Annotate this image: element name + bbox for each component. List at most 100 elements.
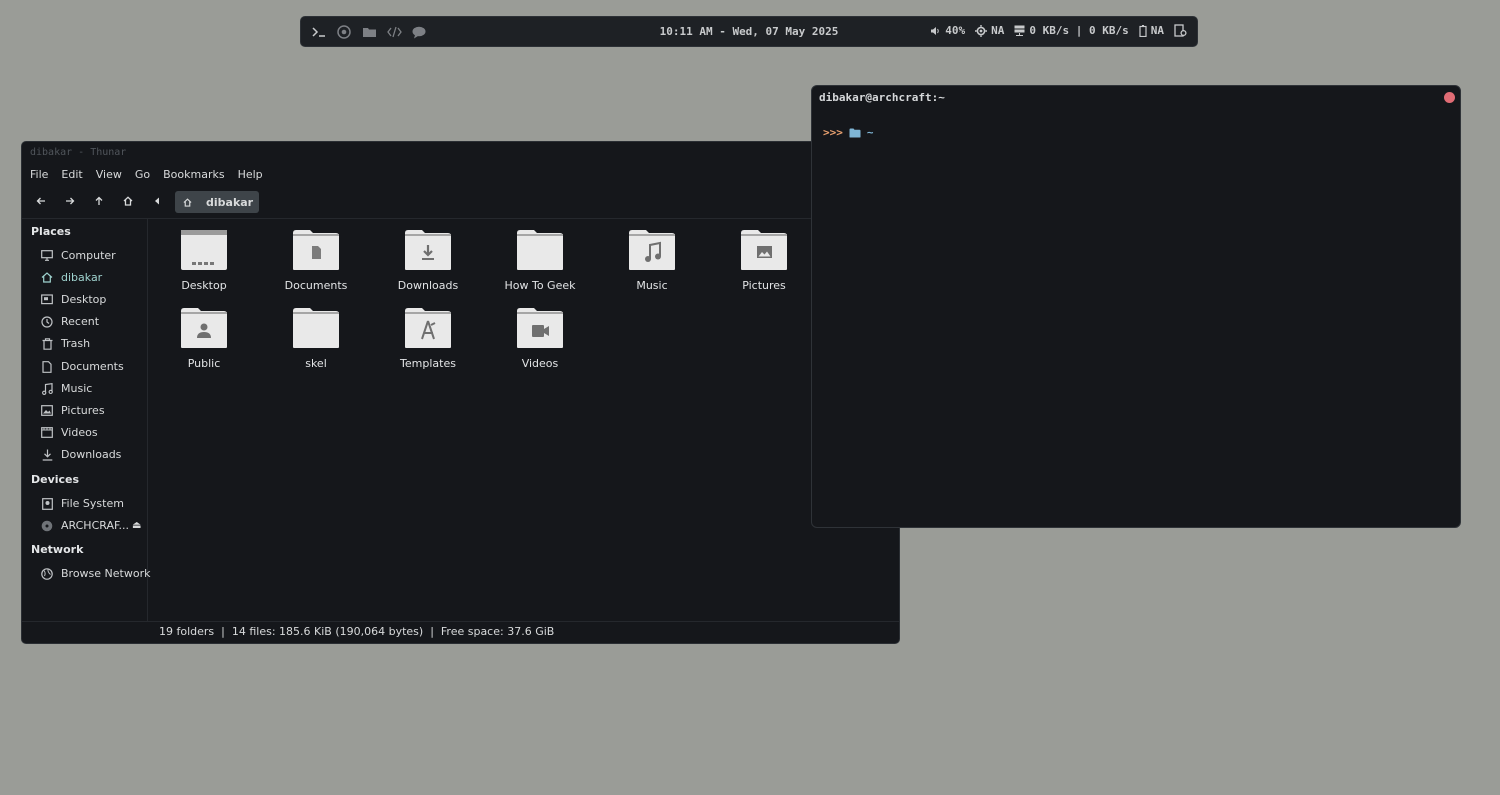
power-settings-icon — [1174, 24, 1187, 37]
terminal-title: dibakar@archcraft:~ — [819, 91, 945, 104]
trash-icon — [41, 337, 53, 350]
breadcrumb-label: dibakar — [206, 195, 254, 209]
folder-label: Music — [636, 279, 668, 292]
menu-help[interactable]: Help — [238, 168, 263, 181]
breadcrumb-home[interactable]: dibakar — [175, 191, 259, 213]
sidebar: Places Computer dibakar Desktop Recent T… — [22, 219, 150, 621]
folder-templates[interactable]: Templates — [378, 307, 478, 370]
sidebar-heading-devices: Devices — [31, 473, 80, 486]
eject-icon[interactable]: ⏏ — [132, 520, 141, 531]
sidebar-item-documents[interactable]: Documents — [41, 360, 124, 373]
folder-label: Videos — [521, 357, 559, 370]
sidebar-item-pictures[interactable]: Pictures — [41, 404, 105, 417]
toolbar: dibakar — [30, 191, 890, 213]
close-button[interactable] — [1444, 92, 1455, 103]
menu-bar: File Edit View Go Bookmarks Help — [30, 168, 263, 181]
sidebar-item-archcraft-disc[interactable]: ARCHCRAF... — [41, 519, 129, 532]
sidebar-item-recent[interactable]: Recent — [41, 315, 99, 328]
menu-view[interactable]: View — [96, 168, 122, 181]
folder-skel[interactable]: skel — [266, 307, 366, 370]
folder-documents[interactable]: Documents — [266, 229, 366, 292]
home-icon — [41, 272, 53, 284]
chevron-left-icon — [155, 197, 159, 205]
battery-module[interactable]: NA — [1139, 24, 1164, 37]
forward-button[interactable] — [60, 191, 80, 211]
drive-icon — [41, 497, 53, 510]
arrow-left-icon — [36, 197, 45, 205]
pictures-folder-icon — [741, 230, 787, 270]
monitor-icon — [41, 250, 53, 262]
folder-icon — [517, 230, 563, 270]
network-icon — [1014, 25, 1025, 36]
menu-file[interactable]: File — [30, 168, 48, 181]
menu-go[interactable]: Go — [135, 168, 150, 181]
window-title: dibakar - Thunar — [30, 147, 127, 158]
sidebar-item-label: Computer — [61, 249, 116, 262]
power-menu-module[interactable] — [1174, 24, 1187, 37]
optical-disc-icon — [41, 520, 53, 532]
folder-videos[interactable]: Videos — [490, 307, 590, 370]
downloads-folder-icon — [405, 230, 451, 270]
folder-desktop[interactable]: Desktop — [154, 229, 254, 292]
documents-folder-icon — [293, 230, 339, 270]
desktop-icon — [41, 294, 53, 306]
network-module[interactable]: 0 KB/s | 0 KB/s — [1014, 24, 1129, 37]
sidebar-item-music[interactable]: Music — [41, 382, 92, 395]
folder-how-to-geek[interactable]: How To Geek — [490, 229, 590, 292]
network-speed: 0 KB/s | 0 KB/s — [1029, 24, 1129, 37]
sidebar-item-label: Music — [61, 382, 93, 395]
sidebar-item-file-system[interactable]: File System — [41, 497, 124, 510]
sidebar-heading-places: Places — [31, 225, 71, 238]
folder-public[interactable]: Public — [154, 307, 254, 370]
volume-module[interactable]: 40% — [930, 24, 965, 37]
brightness-module[interactable]: NA — [975, 24, 1004, 37]
back-button[interactable] — [31, 191, 51, 211]
up-button[interactable] — [89, 191, 109, 211]
menu-bookmarks[interactable]: Bookmarks — [163, 168, 224, 181]
sidebar-item-computer[interactable]: Computer — [41, 249, 116, 262]
folder-view: Desktop Documents Downloads How To Geek … — [148, 219, 899, 621]
globe-icon — [41, 567, 53, 580]
sidebar-item-videos[interactable]: Videos — [41, 426, 98, 439]
music-folder-icon — [629, 230, 675, 270]
sidebar-item-home[interactable]: dibakar — [41, 271, 102, 284]
battery-value: NA — [1150, 24, 1164, 37]
desktop-folder-icon — [181, 230, 227, 270]
home-icon — [123, 196, 133, 206]
top-panel: 10:11 AM - Wed, 07 May 2025 40% NA 0 KB/… — [300, 16, 1198, 47]
sidebar-item-label: ARCHCRAF... — [61, 519, 130, 532]
folder-downloads[interactable]: Downloads — [378, 229, 478, 292]
sidebar-item-label: Downloads — [61, 448, 122, 461]
folder-pictures[interactable]: Pictures — [714, 229, 814, 292]
thunar-window: dibakar - Thunar File Edit View Go Bookm… — [21, 141, 900, 644]
breadcrumb-scroll-left[interactable] — [147, 191, 167, 211]
terminal-window[interactable]: dibakar@archcraft:~ >>> ~ — [811, 85, 1461, 528]
status-bar: 19 folders | 14 files: 185.6 KiB (190,06… — [22, 621, 899, 643]
download-icon — [41, 449, 53, 461]
image-icon — [41, 405, 53, 417]
sidebar-item-downloads[interactable]: Downloads — [41, 448, 121, 461]
folder-label: Desktop — [181, 279, 227, 292]
arrow-up-icon — [95, 196, 103, 205]
document-icon — [41, 360, 53, 373]
home-button[interactable] — [118, 191, 138, 211]
sidebar-item-browse-network[interactable]: Browse Network — [41, 567, 150, 580]
videos-folder-icon — [517, 308, 563, 348]
menu-edit[interactable]: Edit — [61, 168, 82, 181]
home-icon — [183, 197, 192, 207]
sidebar-item-trash[interactable]: Trash — [41, 337, 90, 350]
folder-label: Pictures — [742, 279, 786, 292]
folder-icon — [849, 128, 861, 137]
sidebar-item-label: Pictures — [61, 404, 105, 417]
arrow-right-icon — [66, 197, 75, 205]
terminal-prompt: >>> ~ — [823, 126, 874, 139]
music-note-icon — [41, 382, 53, 395]
sidebar-item-desktop[interactable]: Desktop — [41, 293, 106, 306]
folder-label: How To Geek — [504, 279, 576, 292]
sidebar-item-label: Browse Network — [61, 567, 151, 580]
sidebar-item-label: dibakar — [61, 271, 103, 284]
sidebar-heading-network: Network — [31, 543, 84, 556]
status-modules: 40% NA 0 KB/s | 0 KB/s NA — [930, 24, 1187, 37]
folder-music[interactable]: Music — [602, 229, 702, 292]
volume-icon — [931, 26, 940, 35]
